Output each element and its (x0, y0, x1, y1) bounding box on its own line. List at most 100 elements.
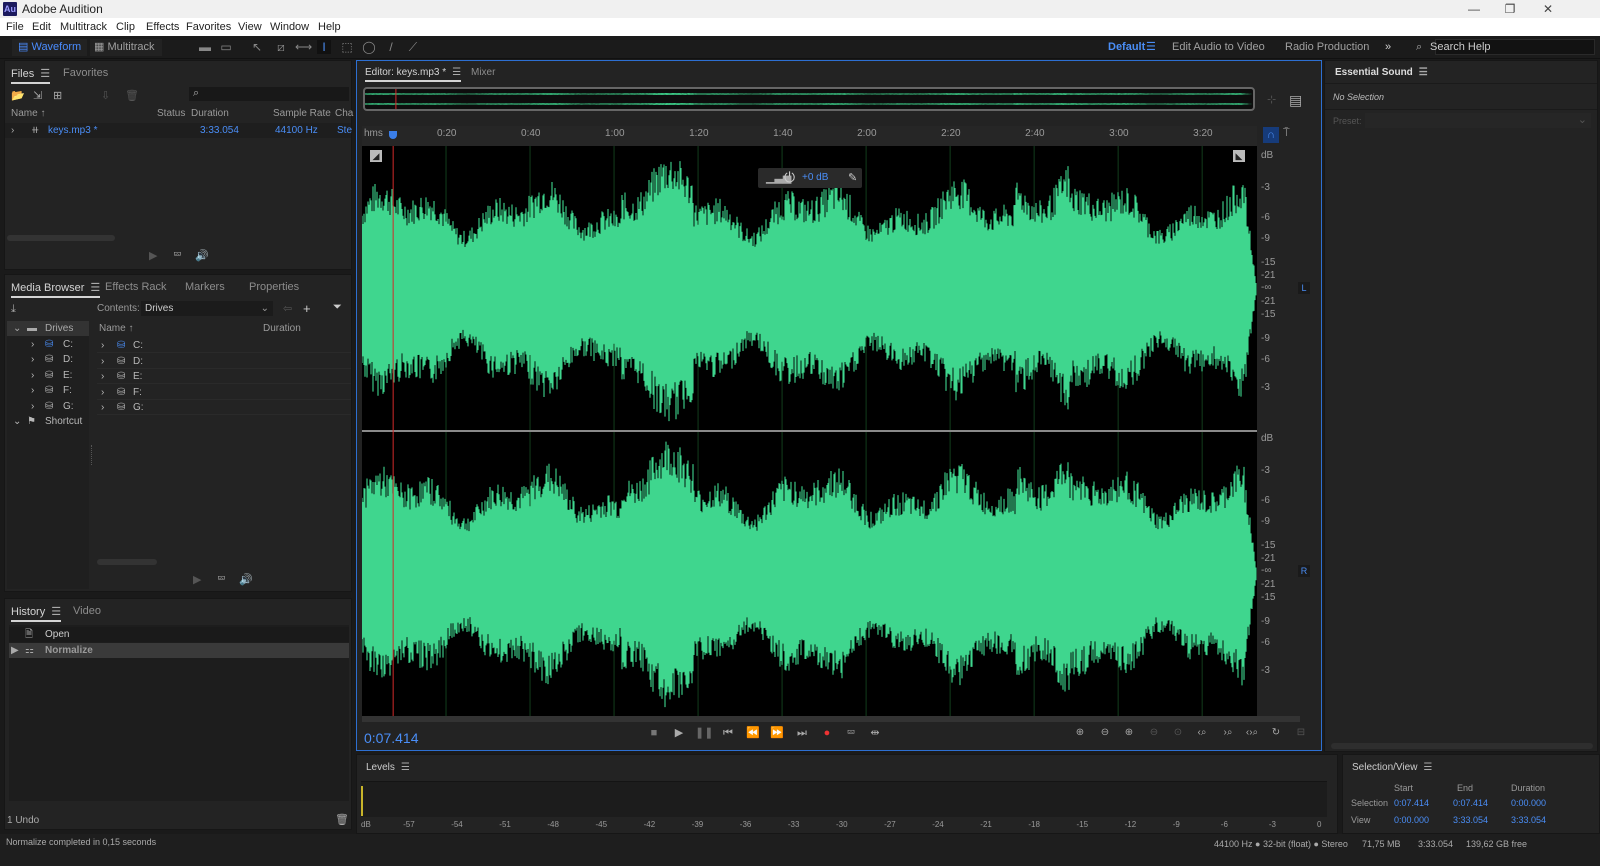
preset-dropdown[interactable]: ⌄ (1365, 113, 1591, 128)
tab-properties[interactable]: Properties (249, 281, 299, 293)
menu-edit[interactable]: Edit (32, 21, 51, 33)
menu-effects[interactable]: Effects (146, 21, 179, 33)
pause-button[interactable]: ❚❚ (695, 725, 713, 741)
zoom-in-point-icon[interactable]: ‹⌕ (1193, 725, 1211, 741)
multitrack-view-button[interactable]: ▦ Multitrack (90, 39, 162, 56)
add-shortcut-icon[interactable]: + (303, 301, 311, 316)
column-sample-rate[interactable]: Sample Rate (273, 106, 331, 121)
menu-file[interactable]: File (6, 21, 24, 33)
marker-pin-icon[interactable]: ⍑ (1283, 127, 1290, 140)
tree-item-f[interactable]: › ⛁ F: (7, 383, 89, 398)
menu-multitrack[interactable]: Multitrack (60, 21, 107, 33)
overview-waveform[interactable] (363, 87, 1255, 111)
channel-left-toggle[interactable]: L (1298, 282, 1310, 294)
zoom-to-selection-icon[interactable]: ⊹ (1267, 93, 1276, 106)
snap-magnet-icon[interactable]: ∩ (1263, 127, 1279, 143)
close-button[interactable]: ✕ (1530, 0, 1566, 18)
horizontal-zoom-scrollbar[interactable] (362, 716, 1300, 722)
import-file-icon[interactable]: ⇲ (33, 89, 42, 102)
tree-item-g[interactable]: › ⛁ G: (7, 399, 89, 414)
selection-start[interactable]: 0:07.414 (1394, 798, 1429, 808)
delete-icon[interactable]: 🗑 (125, 89, 139, 102)
loop-preview-icon[interactable]: ⮹ (217, 573, 226, 586)
insert-into-multitrack-icon[interactable]: ⇩ (101, 89, 110, 102)
time-ruler[interactable]: hms 0:20 0:40 1:00 1:20 1:40 2:00 2:20 2:40 3:00 3… (362, 126, 1257, 146)
zoom-in-time-icon[interactable]: ⊕ (1120, 725, 1138, 741)
marquee-tool-icon[interactable]: ⬚ (340, 40, 354, 54)
fast-forward-button[interactable]: ⏩ (769, 725, 785, 741)
rewind-button[interactable]: ⏪ (745, 725, 761, 741)
horizontal-scrollbar[interactable] (1331, 743, 1593, 749)
slip-tool-icon[interactable]: ⟷ (295, 40, 312, 54)
play-preview-icon[interactable]: ▶ (193, 573, 201, 586)
horizontal-scrollbar[interactable] (97, 559, 157, 565)
lasso-tool-icon[interactable]: ◯ (362, 40, 376, 54)
selection-end[interactable]: 0:07.414 (1453, 798, 1488, 808)
maximize-button[interactable]: ❐ (1492, 0, 1528, 18)
menu-favorites[interactable]: Favorites (186, 21, 231, 33)
zoom-out-full-icon[interactable]: ⊟ (1292, 725, 1310, 741)
tree-item-shortcut[interactable]: ⌄ ⚑ Shortcut (7, 414, 89, 429)
tab-files[interactable]: Files ☰ (11, 67, 51, 84)
zoom-full-icon[interactable]: ‹›⌕ (1243, 725, 1261, 741)
browser-item-g[interactable]: › ⛁ G: (97, 400, 351, 415)
open-file-icon[interactable]: 📂 (11, 89, 25, 102)
back-icon[interactable]: ⇦ (283, 302, 292, 315)
minimize-button[interactable]: — (1456, 0, 1492, 18)
new-file-icon[interactable]: ⊞ (53, 89, 62, 102)
stop-button[interactable]: ■ (646, 725, 662, 741)
play-preview-icon[interactable]: ▶ (149, 249, 157, 262)
file-row[interactable]: › ⧺ keys.mp3 * 3:33.054 44100 Hz Ste (5, 123, 352, 138)
tab-effects-rack[interactable]: Effects Rack (105, 281, 167, 293)
move-tool-icon[interactable]: ↖ (250, 40, 264, 54)
splitter-handle[interactable] (91, 445, 95, 465)
tab-favorites[interactable]: Favorites (63, 67, 108, 79)
waveform-display[interactable]: ◢ ◣ ▁▃▅ ⏻ +0 dB ✎ (362, 146, 1257, 716)
menu-clip[interactable]: Clip (116, 21, 135, 33)
view-duration[interactable]: 3:33.054 (1511, 815, 1546, 825)
go-to-end-button[interactable]: ⏭ (794, 725, 810, 741)
current-time-display[interactable]: 0:07.414 (364, 730, 419, 746)
menu-view[interactable]: View (238, 21, 262, 33)
zoom-reset-icon[interactable]: ↻ (1267, 725, 1285, 741)
workspace-radio-production[interactable]: Radio Production (1285, 39, 1369, 56)
auto-play-icon[interactable]: 🔊 (195, 249, 209, 262)
razor-tool-icon[interactable]: ⧄ (274, 40, 288, 54)
fade-in-handle[interactable]: ◢ (370, 150, 382, 162)
go-to-start-button[interactable]: ⏮ (720, 725, 736, 741)
history-item-normalize[interactable]: ▶ ⚏ Normalize (9, 643, 349, 658)
workspace-default[interactable]: Default (1108, 39, 1145, 56)
zoom-out-point-icon[interactable]: ›⌕ (1219, 725, 1237, 741)
column-duration[interactable]: Duration (191, 106, 229, 121)
zoom-to-selection-icon[interactable]: ⊙ (1169, 725, 1187, 741)
time-selection-tool-icon[interactable]: I (317, 40, 331, 54)
filter-icon[interactable]: ⏷ (333, 301, 342, 314)
view-start[interactable]: 0:00.000 (1394, 815, 1429, 825)
browser-item-e[interactable]: › ⛁ E: (97, 369, 351, 384)
workspace-menu-icon[interactable]: ☰ (1146, 39, 1156, 56)
more-workspaces-button[interactable]: » (1385, 39, 1391, 56)
column-name[interactable]: Name ↑ (11, 106, 45, 121)
toggle-layout-icon[interactable]: ▤ (1289, 92, 1302, 109)
playhead-handle[interactable] (389, 131, 398, 139)
waveform-view-button[interactable]: ▤ Waveform (12, 39, 87, 56)
browser-item-f[interactable]: › ⛁ F: (97, 385, 351, 400)
download-icon[interactable]: ⤓ (11, 303, 16, 316)
auto-play-icon[interactable]: 🔊 (239, 573, 253, 586)
loop-playback-button[interactable]: ⮹ (843, 725, 859, 741)
loop-preview-icon[interactable]: ⮹ (173, 249, 182, 262)
workspace-edit-audio-to-video[interactable]: Edit Audio to Video (1172, 39, 1265, 56)
trash-icon[interactable]: 🗑 (335, 813, 349, 826)
zoom-out-amplitude-icon[interactable]: ⊖ (1096, 725, 1114, 741)
tree-item-c[interactable]: › ⛁ C: (7, 337, 89, 352)
hud-volume[interactable]: ▁▃▅ ⏻ +0 dB ✎ (758, 168, 862, 188)
files-search-input[interactable]: ⌕ (189, 87, 349, 101)
column-channels[interactable]: Cha (335, 106, 353, 121)
contents-dropdown[interactable]: Drives ⌄ (141, 301, 273, 316)
browser-item-d[interactable]: › ⛁ D: (97, 354, 351, 369)
tree-item-e[interactable]: › ⛁ E: (7, 368, 89, 383)
spectral-frequency-icon[interactable]: ▬ (198, 40, 212, 54)
tree-item-drives[interactable]: ⌄ ▬ Drives (7, 321, 89, 336)
tab-video[interactable]: Video (73, 605, 101, 617)
zoom-out-time-icon[interactable]: ⊖ (1145, 725, 1163, 741)
